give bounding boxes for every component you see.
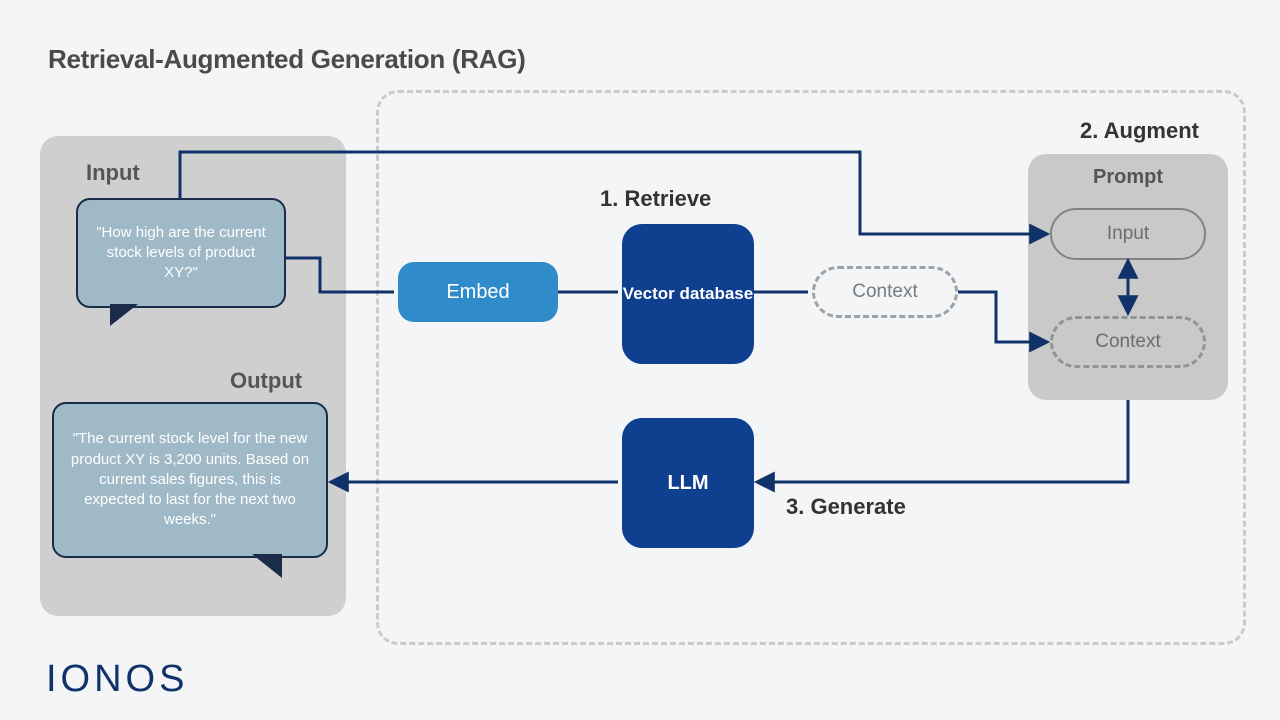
retrieved-context-node: Context bbox=[812, 266, 958, 318]
input-heading: Input bbox=[86, 160, 140, 186]
step-retrieve-label: 1. Retrieve bbox=[600, 186, 711, 212]
diagram-title: Retrieval-Augmented Generation (RAG) bbox=[48, 44, 526, 75]
prompt-input-slot: Input bbox=[1050, 208, 1206, 260]
output-text: "The current stock level for the new pro… bbox=[68, 429, 312, 530]
input-speech-bubble: "How high are the current stock levels o… bbox=[76, 198, 286, 308]
prompt-panel: Prompt Input Context bbox=[1028, 154, 1228, 400]
prompt-panel-title: Prompt bbox=[1093, 166, 1163, 189]
prompt-context-label: Context bbox=[1095, 331, 1160, 353]
input-text: "How high are the current stock levels o… bbox=[92, 223, 270, 284]
step-augment-label: 2. Augment bbox=[1080, 118, 1199, 144]
step-generate-label: 3. Generate bbox=[786, 494, 906, 520]
output-speech-bubble: "The current stock level for the new pro… bbox=[52, 402, 328, 558]
prompt-context-slot: Context bbox=[1050, 316, 1206, 368]
embed-node: Embed bbox=[398, 262, 558, 322]
output-heading: Output bbox=[230, 368, 302, 394]
vector-database-node: Vector database bbox=[622, 224, 754, 364]
prompt-input-label: Input bbox=[1107, 223, 1149, 245]
ionos-logo: IONOS bbox=[46, 658, 188, 701]
llm-node: LLM bbox=[622, 418, 754, 548]
